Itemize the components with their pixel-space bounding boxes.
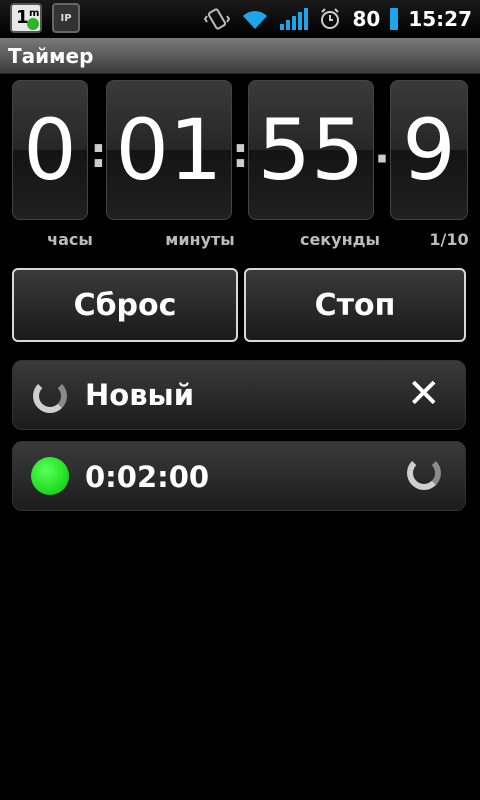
wifi-icon — [243, 11, 268, 30]
list-item[interactable]: 0:02:00 — [12, 441, 466, 511]
ip-label: IP — [60, 12, 72, 24]
clock: 15:27 — [408, 7, 472, 31]
reset-button[interactable]: Сброс — [12, 268, 238, 342]
seconds-label: секунды — [299, 230, 381, 249]
page-title: Таймер — [8, 44, 94, 68]
hours-display[interactable]: 0 — [12, 80, 88, 220]
separator-dot: · — [374, 134, 390, 183]
ip-phone-icon: IP — [52, 3, 80, 33]
vibrate-icon — [204, 8, 231, 30]
minutes-value: 01 — [115, 101, 223, 199]
notification-dot-icon — [27, 18, 39, 30]
separator-colon: : — [232, 128, 249, 177]
loading-spinner-icon[interactable] — [407, 456, 441, 490]
close-icon[interactable]: ✕ — [407, 374, 441, 414]
signal-strength-icon — [280, 8, 309, 30]
timer-name: Новый — [85, 378, 195, 412]
battery-icon — [390, 8, 399, 30]
active-status-icon — [31, 457, 69, 495]
tenths-display[interactable]: 9 — [390, 80, 468, 220]
stop-button[interactable]: Стоп — [244, 268, 466, 342]
title-bar: Таймер — [0, 38, 480, 74]
minutes-display[interactable]: 01 — [106, 80, 232, 220]
tenths-label: 1/10 — [429, 230, 469, 249]
app-notification-icon: 1 m — [10, 3, 42, 33]
loading-spinner-icon — [33, 379, 67, 413]
seconds-value: 55 — [257, 101, 365, 199]
alarm-icon — [321, 8, 340, 29]
separator-colon: : — [90, 128, 107, 177]
seconds-display[interactable]: 55 — [248, 80, 374, 220]
hours-value: 0 — [23, 101, 77, 199]
list-item[interactable]: Новый ✕ — [12, 360, 466, 430]
status-bar: 1 m IP 80 15:27 — [0, 0, 480, 38]
minutes-label: минуты — [165, 230, 235, 249]
timer-duration: 0:02:00 — [85, 460, 210, 494]
tenths-value: 9 — [402, 101, 456, 199]
hours-label: часы — [47, 230, 93, 249]
battery-level: 80 — [352, 7, 381, 31]
